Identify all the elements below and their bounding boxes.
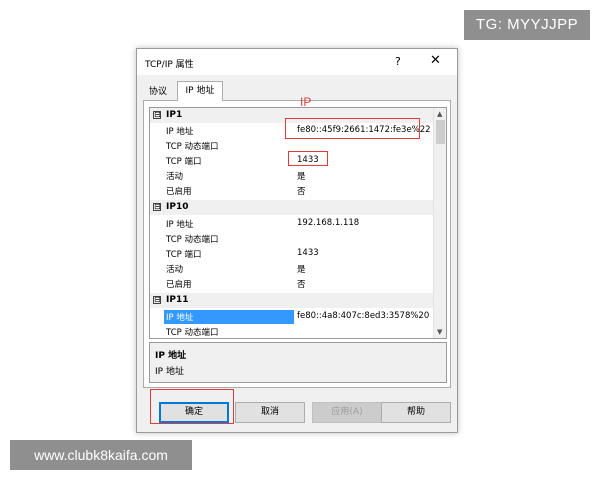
tcpip-properties-dialog: TCP/IP 属性 ? ✕ 协议 IP 地址 ⊟ IP1 IP 地址 fe80:… <box>136 48 458 433</box>
property-row-selected[interactable]: IP 地址 fe80::4a8:407c:8ed3:3578%20 <box>150 309 433 324</box>
cancel-button[interactable]: 取消 <box>235 402 305 423</box>
property-name: IP 地址 <box>166 220 194 230</box>
property-row[interactable]: 已启用 否 <box>150 183 433 198</box>
property-value[interactable]: 是 <box>297 170 431 183</box>
property-name: 已启用 <box>166 187 192 197</box>
property-name: TCP 动态端口 <box>166 235 219 245</box>
property-row[interactable]: TCP 动态端口 <box>150 324 433 338</box>
property-value[interactable] <box>297 233 431 246</box>
property-rows: ⊟ IP1 IP 地址 fe80::45f9:2661:1472:fe3e%22… <box>150 108 433 338</box>
annotation-box-ip-address <box>285 118 420 139</box>
watermark-bottom-left: www.clubk8kaifa.com <box>10 440 192 470</box>
tab-protocol[interactable]: 协议 <box>143 84 173 100</box>
property-row[interactable]: TCP 端口 1433 <box>150 246 433 261</box>
dialog-title: TCP/IP 属性 <box>145 60 194 70</box>
category-label: IP11 <box>166 295 189 305</box>
tab-panel-ip-address: ⊟ IP1 IP 地址 fe80::45f9:2661:1472:fe3e%22… <box>143 100 451 388</box>
annotation-label-ip: IP <box>300 95 312 109</box>
description-pane: IP 地址 IP 地址 <box>149 342 447 383</box>
property-row[interactable]: 活动 是 <box>150 261 433 276</box>
property-row[interactable]: IP 地址 192.168.1.118 <box>150 216 433 231</box>
tab-ip-address[interactable]: IP 地址 <box>177 81 223 101</box>
help-question-button[interactable]: ? <box>395 55 401 68</box>
category-label: IP10 <box>166 202 189 212</box>
property-value[interactable] <box>297 326 431 338</box>
property-name: TCP 动态端口 <box>166 142 219 152</box>
collapse-icon[interactable]: ⊟ <box>153 111 161 119</box>
property-name: IP 地址 <box>164 310 294 324</box>
scrollbar-thumb[interactable] <box>436 120 445 144</box>
vertical-scrollbar[interactable]: ▲ ▼ <box>433 108 446 338</box>
close-button[interactable]: ✕ <box>430 53 441 68</box>
scroll-down-icon[interactable]: ▼ <box>437 328 442 336</box>
property-name: 活动 <box>166 172 184 182</box>
help-button[interactable]: 帮助 <box>381 402 451 423</box>
property-value[interactable]: 是 <box>297 263 431 276</box>
property-value[interactable]: 否 <box>297 278 431 291</box>
property-grid: ⊟ IP1 IP 地址 fe80::45f9:2661:1472:fe3e%22… <box>149 107 447 339</box>
collapse-icon[interactable]: ⊟ <box>153 296 161 304</box>
description-text: IP 地址 <box>155 367 184 377</box>
property-value[interactable]: 否 <box>297 185 431 198</box>
property-name: TCP 端口 <box>166 157 202 167</box>
property-value[interactable]: 192.168.1.118 <box>297 218 431 231</box>
collapse-icon[interactable]: ⊟ <box>153 203 161 211</box>
property-name: TCP 动态端口 <box>166 328 219 338</box>
annotation-box-tcp-port <box>288 151 328 166</box>
property-name: TCP 端口 <box>166 250 202 260</box>
property-row[interactable]: 活动 是 <box>150 168 433 183</box>
property-value[interactable]: 1433 <box>297 248 431 261</box>
scroll-up-icon[interactable]: ▲ <box>437 110 442 118</box>
watermark-top-right: TG: MYYJJPP <box>464 10 590 40</box>
property-row[interactable]: TCP 动态端口 <box>150 231 433 246</box>
category-row-ip10[interactable]: ⊟ IP10 <box>150 200 433 215</box>
category-label: IP1 <box>166 110 183 120</box>
annotation-box-ok-button <box>150 389 234 424</box>
title-bar: TCP/IP 属性 ? ✕ <box>137 49 457 75</box>
apply-button[interactable]: 应用(A) <box>312 402 382 423</box>
property-name: 活动 <box>166 265 184 275</box>
property-name: 已启用 <box>166 280 192 290</box>
property-row[interactable]: 已启用 否 <box>150 276 433 291</box>
category-row-ip11[interactable]: ⊟ IP11 <box>150 293 433 308</box>
description-title: IP 地址 <box>155 351 187 361</box>
property-value[interactable]: fe80::4a8:407c:8ed3:3578%20 <box>297 311 431 324</box>
property-name: IP 地址 <box>166 127 194 137</box>
